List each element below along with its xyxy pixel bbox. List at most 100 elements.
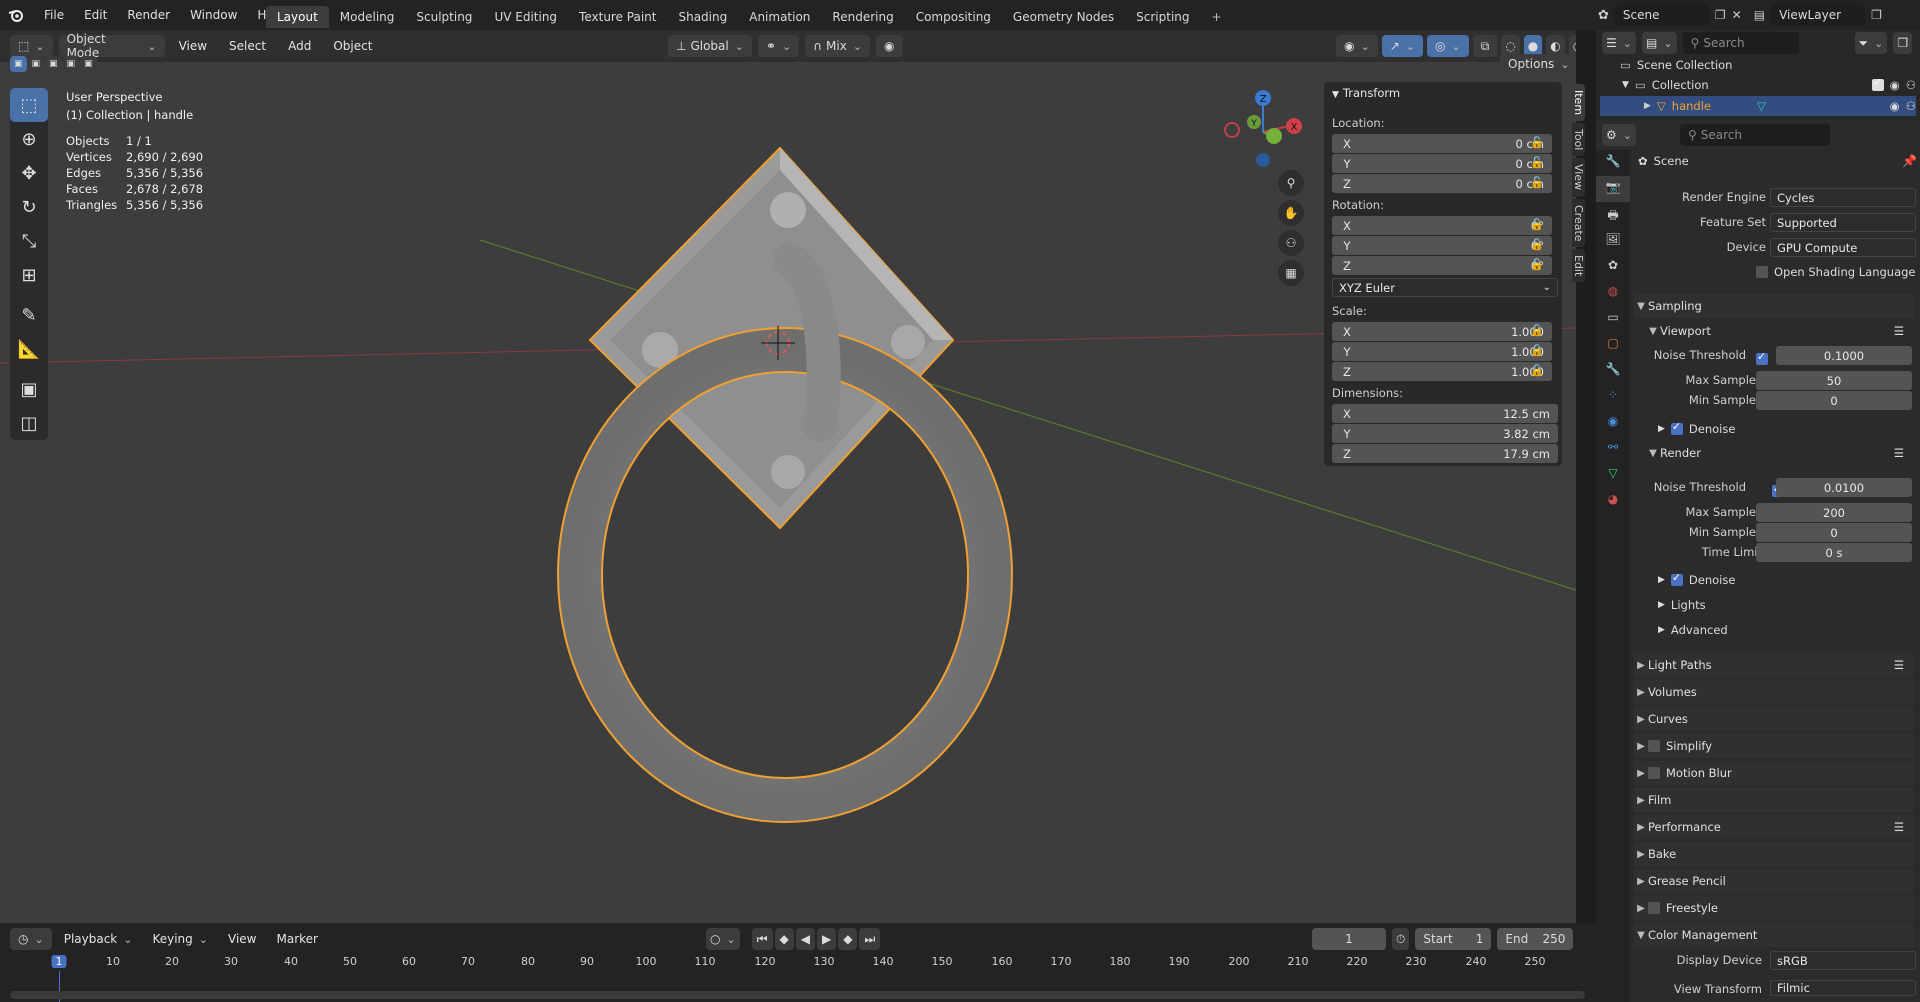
section-film[interactable]: ▶ Film xyxy=(1634,788,1914,812)
lock-icon[interactable]: 🔓 xyxy=(1530,344,1544,357)
render-noise-threshold-field[interactable]: 0.0100 xyxy=(1776,478,1912,497)
scale-z-field[interactable]: Z 1.000 xyxy=(1332,362,1552,381)
tab-item[interactable]: Item xyxy=(1572,84,1585,122)
next-key-button[interactable]: ◆ xyxy=(838,928,858,950)
tab-texture-paint[interactable]: Texture Paint xyxy=(568,6,667,28)
motion-blur-checkbox[interactable] xyxy=(1648,767,1660,779)
jump-start-button[interactable]: ⏮ xyxy=(751,928,773,950)
eye-icon[interactable]: ◉ xyxy=(1890,99,1900,113)
section-lights[interactable]: ▶ Lights xyxy=(1658,598,1706,612)
output-tab-icon[interactable]: 🖶 xyxy=(1596,202,1630,228)
section-advanced[interactable]: ▶ Advanced xyxy=(1658,623,1728,637)
filter-dropdown[interactable]: ⏷ xyxy=(1854,32,1888,54)
current-frame-field[interactable]: 1 xyxy=(1312,928,1386,950)
properties-search-input[interactable]: ⚲ Search xyxy=(1679,124,1830,146)
viewlayer-icon[interactable]: ▤ xyxy=(1754,8,1765,22)
data-tab-icon[interactable]: ▽ xyxy=(1596,462,1630,488)
collection-tab-icon[interactable]: ▭ xyxy=(1596,306,1630,332)
tab-scripting[interactable]: Scripting xyxy=(1125,6,1200,28)
render-denoise-row[interactable]: ▶ Denoise xyxy=(1658,571,1735,587)
lock-icon[interactable]: 🔓 xyxy=(1530,176,1544,189)
list-icon[interactable]: ☰ xyxy=(1894,324,1914,338)
lock-icon[interactable]: 🔓 xyxy=(1530,136,1544,149)
frame-ruler[interactable]: 1 10 20 30 40 50 60 70 80 90 100 110 120… xyxy=(0,953,1596,973)
timeline-menu-view[interactable]: View xyxy=(220,932,264,946)
timeline-menu-keying[interactable]: Keying xyxy=(144,932,216,946)
scene-tab-icon[interactable]: ✿ xyxy=(1596,254,1630,280)
tab-modeling[interactable]: Modeling xyxy=(329,6,406,28)
view-layer-tab-icon[interactable]: 🖼 xyxy=(1596,228,1630,254)
add-cube-tool[interactable]: ▣ xyxy=(10,372,48,406)
display-mode-dropdown[interactable]: ▤ xyxy=(1641,32,1677,54)
osl-checkbox[interactable] xyxy=(1756,266,1768,278)
play-button[interactable]: ▶ xyxy=(816,928,837,950)
new-collection-button[interactable]: ❐ xyxy=(1893,32,1913,54)
particles-tab-icon[interactable]: ⁘ xyxy=(1596,384,1630,410)
tab-shading[interactable]: Shading xyxy=(667,6,738,28)
menu-edit[interactable]: Edit xyxy=(74,8,117,22)
rotation-mode-dropdown[interactable]: XYZ Euler ⌄ xyxy=(1332,278,1558,297)
lock-icon[interactable]: 🔓 xyxy=(1530,238,1544,251)
scene-icon[interactable]: ✿ xyxy=(1598,8,1609,23)
collection-row[interactable]: ▼ ▭ Collection ◉ ⚇ xyxy=(1606,76,1916,94)
location-z-field[interactable]: Z 0 cm xyxy=(1332,174,1552,193)
camera-view-button[interactable]: ⚇ xyxy=(1278,230,1304,256)
section-light-paths[interactable]: ▶ Light Paths ☰ xyxy=(1634,653,1914,677)
list-icon[interactable]: ☰ xyxy=(1894,820,1914,834)
denoise-checkbox[interactable] xyxy=(1670,571,1683,586)
viewport-max-samples-field[interactable]: 50 xyxy=(1756,371,1912,390)
tab-rendering[interactable]: Rendering xyxy=(821,6,904,28)
tool-tab-icon[interactable]: 🔧 xyxy=(1596,150,1630,176)
jump-end-button[interactable]: ⏭ xyxy=(859,928,881,950)
list-icon[interactable]: ☰ xyxy=(1894,446,1914,460)
display-device-dropdown[interactable]: sRGB xyxy=(1770,951,1916,970)
select-box-tool[interactable]: ⬚ xyxy=(10,88,48,122)
timeline-editor-type[interactable]: ◷ xyxy=(10,928,52,950)
ortho-toggle-button[interactable]: ▦ xyxy=(1278,260,1304,286)
lock-icon[interactable]: 🔓 xyxy=(1530,364,1544,377)
transform-tool[interactable]: ⊞ xyxy=(10,258,48,292)
tab-compositing[interactable]: Compositing xyxy=(905,6,1002,28)
move-tool[interactable]: ✥ xyxy=(10,156,48,190)
freestyle-checkbox[interactable] xyxy=(1648,902,1660,914)
object-tab-icon[interactable]: ▢ xyxy=(1596,332,1630,358)
section-performance[interactable]: ▶ Performance ☰ xyxy=(1634,815,1914,839)
section-curves[interactable]: ▶ Curves xyxy=(1634,707,1914,731)
viewport-noise-threshold-field[interactable]: 0.1000 xyxy=(1776,346,1912,365)
view-transform-dropdown[interactable]: Filmic xyxy=(1770,980,1916,996)
pin-icon[interactable]: 📌 xyxy=(1902,154,1917,168)
cursor-tool[interactable]: ⊕ xyxy=(10,122,48,156)
dimensions-z-field[interactable]: Z 17.9 cm xyxy=(1332,444,1558,463)
scene-collection-row[interactable]: ▭ Scene Collection xyxy=(1620,56,1732,74)
zoom-view-button[interactable]: ⚲ xyxy=(1278,170,1304,196)
tab-sculpting[interactable]: Sculpting xyxy=(405,6,483,28)
menu-window[interactable]: Window xyxy=(180,8,247,22)
world-tab-icon[interactable]: ◍ xyxy=(1596,280,1630,306)
physics-tab-icon[interactable]: ◉ xyxy=(1596,410,1630,436)
viewport-noise-checkbox[interactable] xyxy=(1756,350,1768,365)
scale-y-field[interactable]: Y 1.000 xyxy=(1332,342,1552,361)
dimensions-y-field[interactable]: Y 3.82 cm xyxy=(1332,424,1558,443)
location-x-field[interactable]: X 0 cm xyxy=(1332,134,1552,153)
pan-view-button[interactable]: ✋ xyxy=(1278,200,1304,226)
render-min-samples-field[interactable]: 0 xyxy=(1756,523,1912,542)
outliner-search-input[interactable]: ⚲ Search xyxy=(1682,32,1799,54)
tab-layout[interactable]: Layout xyxy=(266,6,329,28)
properties-editor-type[interactable]: ⚙ xyxy=(1602,124,1636,146)
section-grease-pencil[interactable]: ▶ Grease Pencil xyxy=(1634,869,1914,893)
section-sampling[interactable]: ▼ Sampling xyxy=(1634,294,1914,318)
simplify-checkbox[interactable] xyxy=(1648,740,1660,752)
rotation-y-field[interactable]: Y 0° xyxy=(1332,236,1552,255)
rotation-x-field[interactable]: X 0° xyxy=(1332,216,1552,235)
prev-key-button[interactable]: ◆ xyxy=(774,928,794,950)
tab-tool[interactable]: Tool xyxy=(1572,123,1585,157)
feature-set-dropdown[interactable]: Supported xyxy=(1770,213,1916,232)
device-dropdown[interactable]: GPU Compute xyxy=(1770,238,1916,257)
add-workspace-icon[interactable]: + xyxy=(1201,6,1233,28)
viewlayer-field[interactable]: ViewLayer xyxy=(1771,4,1866,26)
outliner-item-handle[interactable]: ▶ ▽ handle ▽ ◉ ⚇ xyxy=(1600,96,1916,116)
camera-icon[interactable]: ⚇ xyxy=(1906,99,1916,113)
end-frame-field[interactable]: End 250 xyxy=(1497,928,1574,950)
play-reverse-button[interactable]: ◀ xyxy=(795,928,815,950)
tab-animation[interactable]: Animation xyxy=(738,6,821,28)
